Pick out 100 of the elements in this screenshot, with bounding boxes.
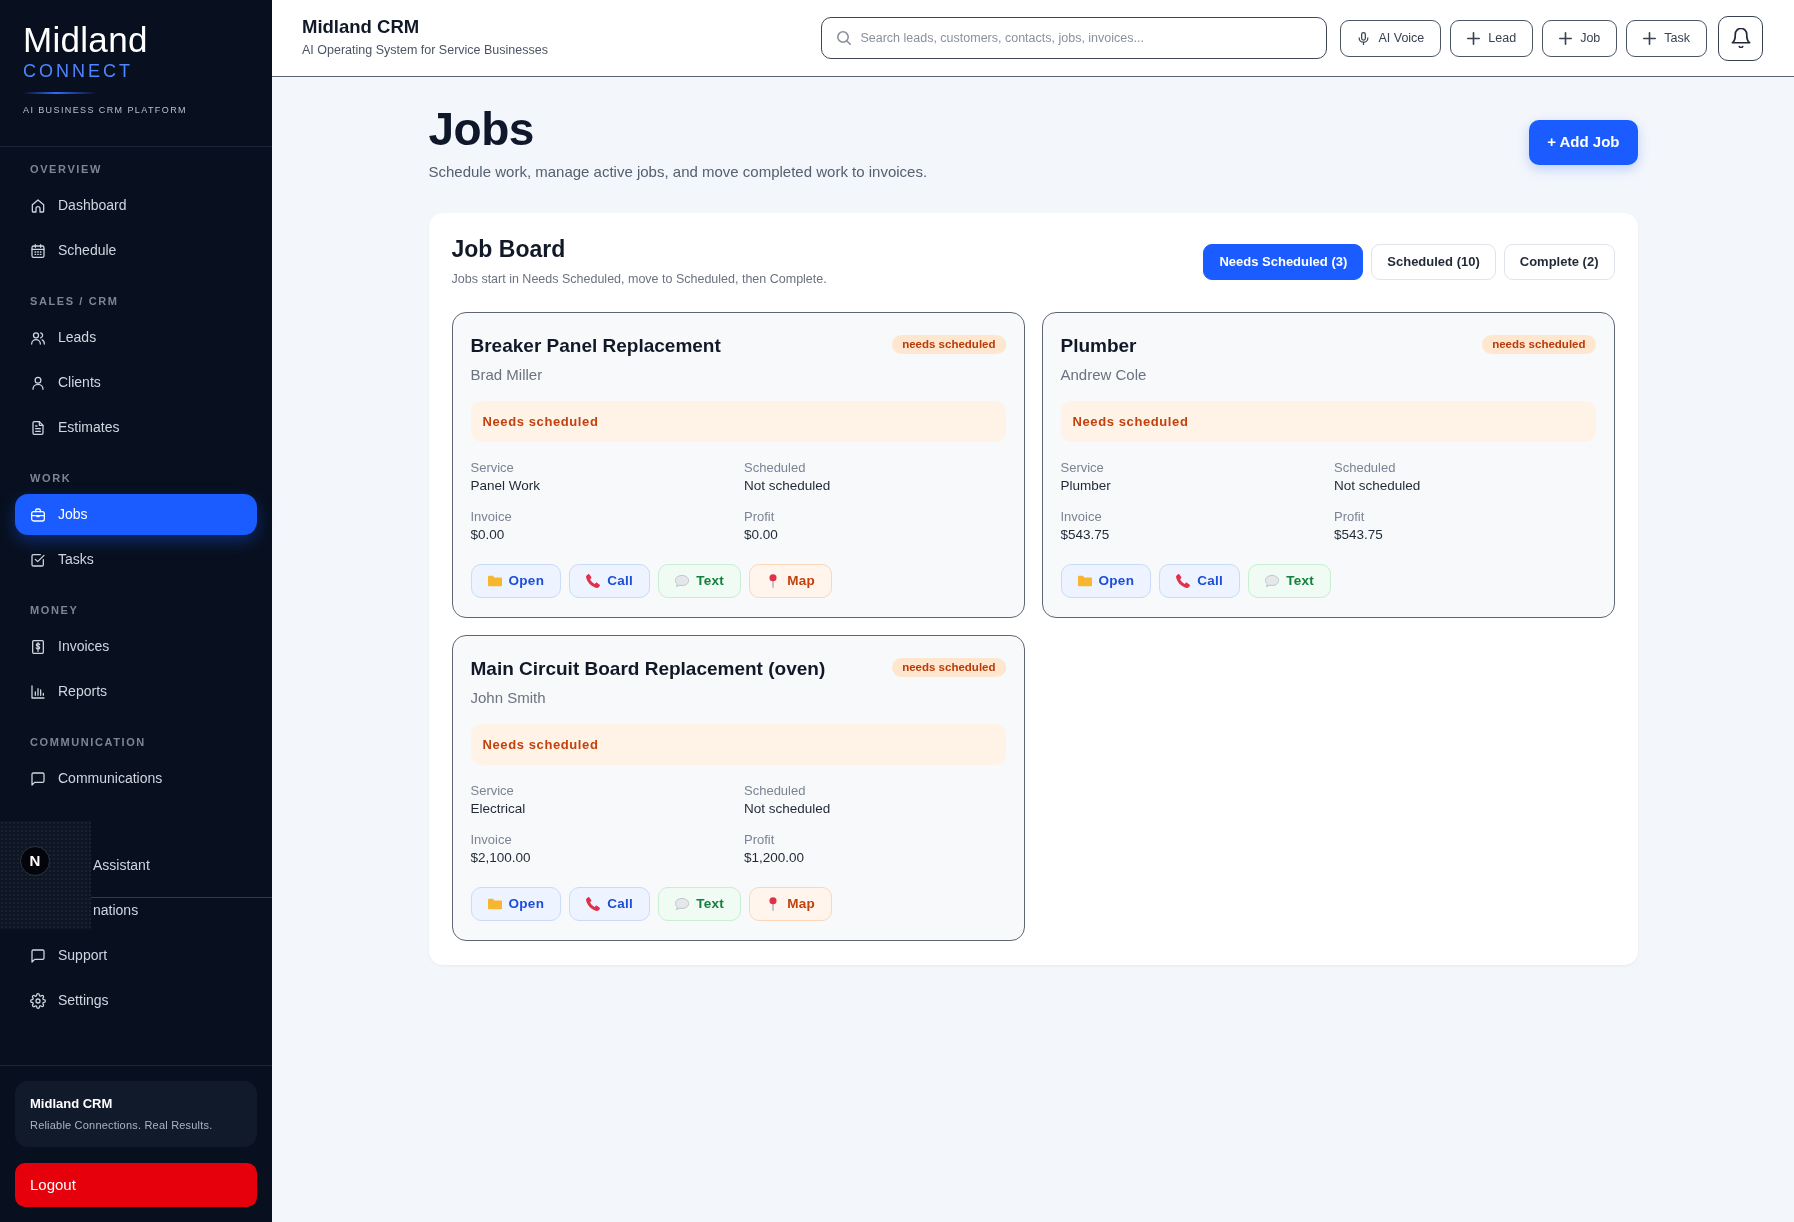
field-label: Scheduled <box>744 782 807 800</box>
sidebar-item[interactable]: Jobs <box>15 494 257 535</box>
brand-subname: CONNECT <box>23 62 134 80</box>
nav-section-title: SALES / CRM <box>29 294 120 309</box>
sidebar-item[interactable]: Estimates <box>15 407 257 448</box>
open-button[interactable]: Open <box>470 887 562 922</box>
field-value: $1,200.00 <box>744 849 806 867</box>
customer-name: Andrew Cole <box>1060 365 1148 386</box>
field-label: Invoice <box>470 508 513 526</box>
sidebar-item[interactable]: Assistant <box>92 845 257 886</box>
text-button[interactable]: Text <box>658 887 742 922</box>
job-title: Breaker Panel Replacement <box>470 334 721 359</box>
text-button[interactable]: Text <box>1248 564 1332 599</box>
dollar-bill-icon <box>30 638 46 655</box>
dev-indicator-button[interactable]: N <box>20 846 50 876</box>
filter-tab[interactable]: Scheduled (10) <box>1371 243 1496 280</box>
add-button[interactable]: Lead <box>1450 19 1534 57</box>
sidebar-item[interactable]: nations <box>92 890 257 931</box>
map-button[interactable]: Map <box>749 887 833 922</box>
sidebar-item[interactable]: Invoices <box>15 626 257 667</box>
status-notice: Needs scheduled <box>1060 401 1596 443</box>
field-value: $0.00 <box>744 526 779 544</box>
document-icon <box>30 419 46 436</box>
checkbox-icon <box>30 551 46 568</box>
call-button[interactable]: Call <box>569 887 651 922</box>
folder-icon <box>487 574 502 589</box>
field-label: Service <box>470 459 515 477</box>
nav-section-title: COMMUNICATION <box>29 735 147 750</box>
phone-icon <box>586 897 601 912</box>
add-button[interactable]: Job <box>1542 19 1618 57</box>
sidebar-item[interactable]: Settings <box>15 980 257 1021</box>
sidebar-item[interactable]: Clients <box>15 362 257 403</box>
field-label: Scheduled <box>1334 459 1397 477</box>
microphone-icon <box>1357 31 1371 45</box>
app-subtitle: AI Operating System for Service Businesses <box>302 42 548 60</box>
customer-name: Brad Miller <box>470 365 544 386</box>
briefcase-icon <box>30 506 46 523</box>
field-value: Not scheduled <box>744 800 832 818</box>
field-value: $0.00 <box>470 526 506 544</box>
chat-bubble-icon <box>30 770 46 787</box>
sidebar-item[interactable]: Dashboard <box>15 185 257 226</box>
sidebar-item[interactable]: Reports <box>15 671 257 712</box>
plus-icon <box>1559 31 1573 45</box>
open-button[interactable]: Open <box>1060 564 1152 599</box>
filter-tab[interactable]: Complete (2) <box>1503 243 1615 280</box>
calendar-icon <box>30 242 46 259</box>
folder-icon <box>1077 574 1092 589</box>
filter-tab[interactable]: Needs Scheduled (3) <box>1203 243 1364 280</box>
folder-icon <box>487 897 502 912</box>
person-icon <box>30 374 46 391</box>
add-button[interactable]: Task <box>1626 19 1707 57</box>
text-button[interactable]: Text <box>658 564 742 599</box>
field-label: Service <box>470 782 515 800</box>
field-value: $543.75 <box>1060 526 1111 544</box>
sidebar-item[interactable]: Support <box>15 935 257 976</box>
field-label: Scheduled <box>744 459 807 477</box>
status-badge: needs scheduled <box>892 335 1006 355</box>
sidebar-item[interactable]: Tasks <box>15 539 257 580</box>
map-button[interactable]: Map <box>749 564 833 599</box>
brand-tagline: AI BUSINESS CRM PLATFORM <box>23 105 188 116</box>
phone-icon <box>1176 574 1191 589</box>
app-title: Midland CRM <box>302 16 421 39</box>
search-icon <box>837 31 852 45</box>
field-value: Not scheduled <box>1334 477 1422 495</box>
customer-name: John Smith <box>470 688 547 709</box>
sidebar-item[interactable]: Leads <box>15 317 257 358</box>
open-button[interactable]: Open <box>470 564 562 599</box>
job-title: Plumber <box>1060 334 1137 359</box>
nav-section-title: MONEY <box>29 603 80 618</box>
logout-button[interactable]: Logout <box>15 1163 257 1207</box>
field-label: Service <box>1060 459 1105 477</box>
field-label: Profit <box>744 508 776 526</box>
field-label: Profit <box>744 831 776 849</box>
speech-bubble-icon <box>675 574 690 589</box>
sidebar-item[interactable]: Communications <box>15 758 257 799</box>
call-button[interactable]: Call <box>569 564 651 599</box>
chat-bubble-icon <box>30 947 46 964</box>
people-icon <box>30 329 46 346</box>
voice-button[interactable]: AI Voice <box>1340 19 1442 57</box>
field-label: Profit <box>1334 508 1366 526</box>
field-value: Electrical <box>470 800 527 818</box>
field-value: $543.75 <box>1334 526 1384 544</box>
plus-icon <box>1467 31 1481 45</box>
sidebar-item[interactable]: Schedule <box>15 230 257 271</box>
field-value: Panel Work <box>470 477 542 495</box>
speech-bubble-icon <box>1265 574 1280 589</box>
card-text: Reliable Connections. Real Results. <box>30 1117 214 1133</box>
plus-icon <box>1643 31 1657 45</box>
status-notice: Needs scheduled <box>470 401 1006 443</box>
call-button[interactable]: Call <box>1159 564 1241 599</box>
phone-icon <box>586 574 601 589</box>
notification-button[interactable] <box>1718 15 1763 61</box>
add-job-button[interactable]: + Add Job <box>1529 119 1638 165</box>
search-field[interactable]: Search leads, customers, contacts, jobs, invoices... <box>821 17 1328 59</box>
card-title: Midland CRM <box>30 1095 114 1113</box>
field-value: $2,100.00 <box>470 849 532 867</box>
settings-icon <box>30 992 46 1009</box>
board-subtitle: Jobs start in Needs Scheduled, move to Scheduled, then Complete. <box>451 270 827 288</box>
board-title: Job Board <box>451 234 567 263</box>
bar-chart-icon <box>30 683 46 700</box>
